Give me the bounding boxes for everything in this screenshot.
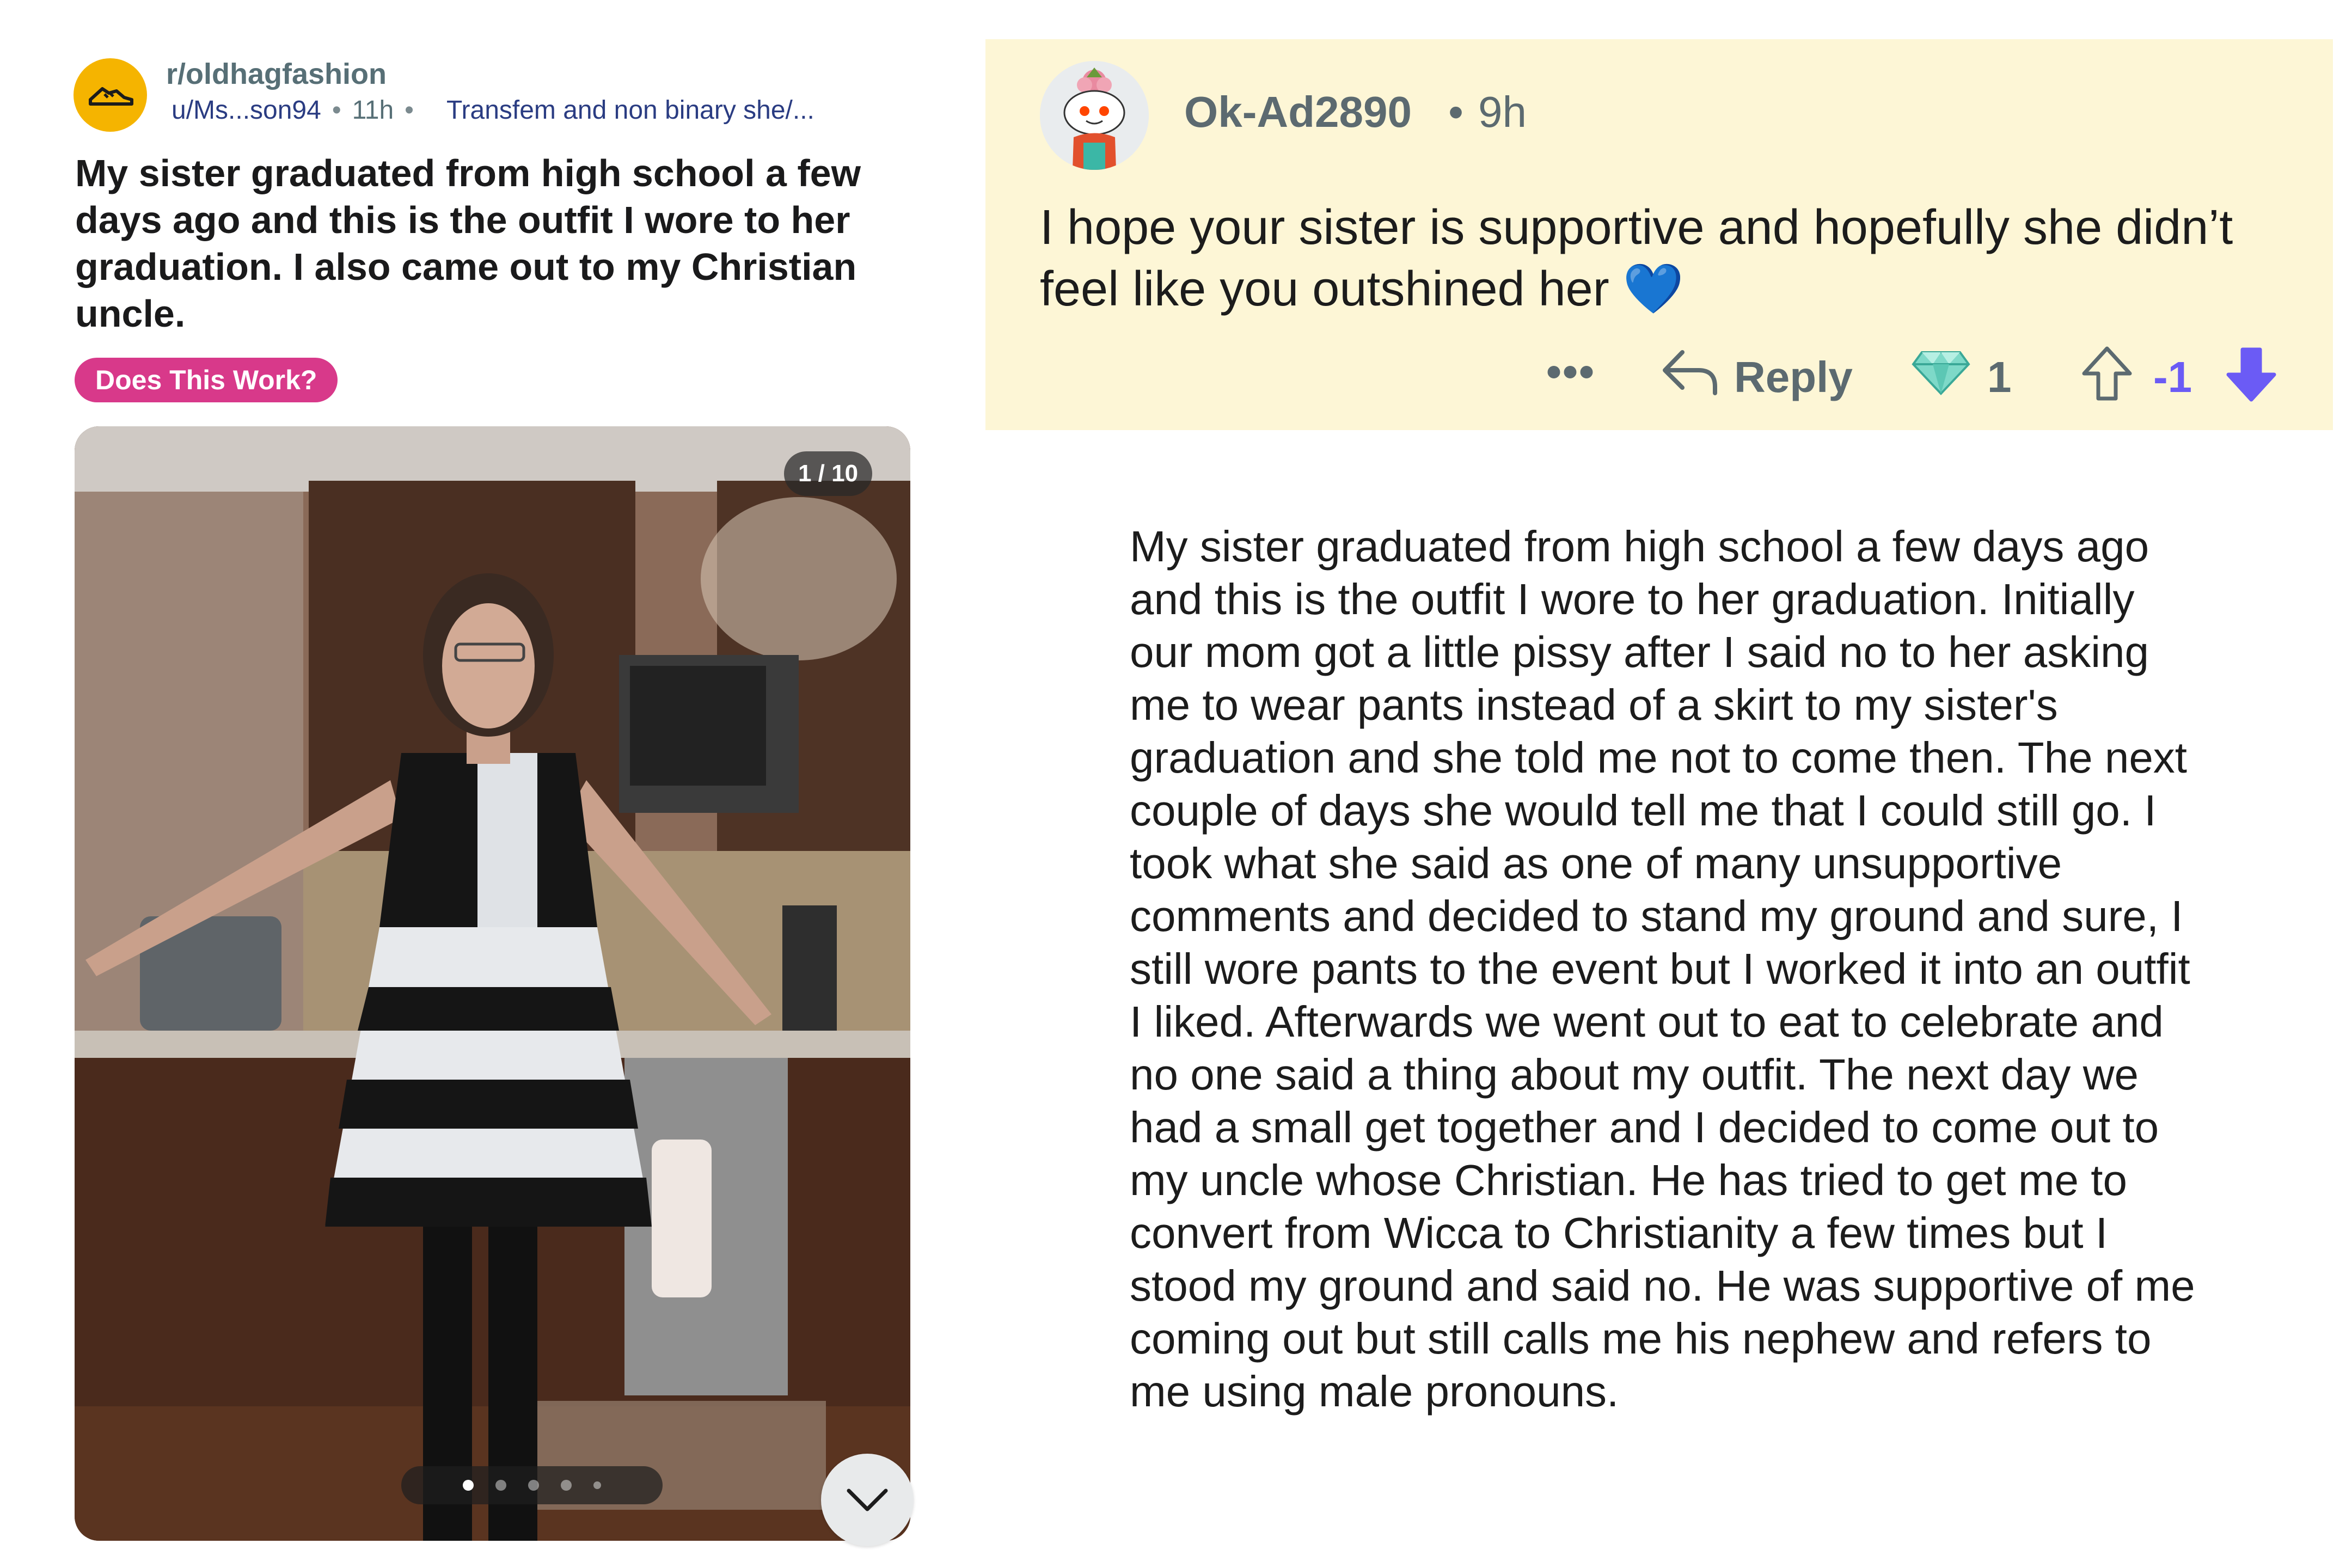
meta-separator: • — [1448, 88, 1464, 136]
carousel-dots[interactable] — [401, 1466, 663, 1504]
post-flair-badge[interactable]: Does This Work? — [75, 358, 338, 402]
downvote-button[interactable] — [2224, 344, 2278, 407]
reply-label[interactable]: Reply — [1734, 352, 1853, 402]
post-title[interactable]: My sister graduated from high school a f… — [75, 150, 903, 337]
expand-button[interactable] — [821, 1454, 914, 1546]
user-flair: Transfem and non binary she/... — [446, 96, 814, 125]
award-button[interactable] — [1911, 347, 1971, 399]
comment-time: 9h — [1478, 88, 1527, 136]
meta-separator: • — [332, 96, 341, 125]
upvote-button[interactable] — [2080, 344, 2134, 407]
subreddit-avatar[interactable] — [74, 58, 147, 132]
image-counter: 1 / 10 — [784, 451, 872, 496]
carousel-dot[interactable] — [528, 1480, 539, 1491]
commenter-avatar[interactable] — [1040, 61, 1149, 170]
snoo-avatar — [1040, 61, 1149, 170]
comment-author[interactable]: Ok-Ad2890 — [1184, 87, 1412, 137]
award-count: 1 — [1987, 353, 2012, 401]
post-meta: u/Ms...son94 • 11h • Transfem and non bi… — [171, 95, 814, 125]
reply-arrow-icon — [1663, 350, 1717, 395]
subreddit-name[interactable]: r/oldhagfashion — [166, 57, 387, 91]
comment-card: Ok-Ad2890 • 9h I hope your sister is sup… — [985, 39, 2333, 430]
reply-button[interactable] — [1661, 344, 1720, 401]
carousel-dot[interactable] — [561, 1480, 572, 1491]
chevron-down-icon — [847, 1489, 888, 1511]
upvote-arrow-icon — [2082, 346, 2132, 401]
comment-body: I hope your sister is supportive and hop… — [1040, 200, 2233, 316]
carousel-dot[interactable] — [593, 1481, 601, 1489]
post-time: 11h — [352, 96, 394, 125]
photo-kitchen-scene — [75, 426, 910, 1541]
diamond-icon — [1912, 351, 1970, 395]
carousel-dot[interactable] — [495, 1480, 506, 1491]
vote-score: -1 — [2153, 353, 2192, 401]
downvote-arrow-icon — [2226, 347, 2276, 402]
meta-separator: • — [405, 96, 414, 125]
carousel-dot[interactable] — [463, 1480, 474, 1491]
more-options-button[interactable]: ••• — [1546, 347, 1595, 397]
post-author[interactable]: u/Ms...son94 — [171, 95, 321, 125]
shoe-icon — [88, 87, 133, 106]
post-body-text: My sister graduated from high school a f… — [1130, 522, 2195, 1416]
post-image[interactable]: 1 / 10 — [75, 426, 910, 1541]
